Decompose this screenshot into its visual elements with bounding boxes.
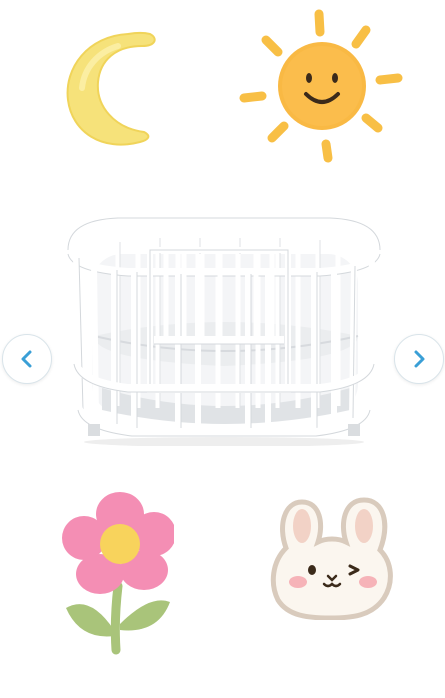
chevron-left-icon bbox=[21, 350, 32, 368]
chevron-right-icon bbox=[414, 350, 425, 368]
crib-image bbox=[64, 214, 384, 446]
flower-sticker bbox=[58, 490, 176, 660]
product-page bbox=[0, 0, 445, 698]
sun-sticker bbox=[236, 6, 406, 176]
next-image-button[interactable] bbox=[394, 334, 444, 384]
previous-image-button[interactable] bbox=[2, 334, 52, 384]
bunny-sticker bbox=[268, 496, 396, 621]
product-gallery bbox=[0, 190, 445, 460]
moon-sticker bbox=[58, 28, 166, 150]
